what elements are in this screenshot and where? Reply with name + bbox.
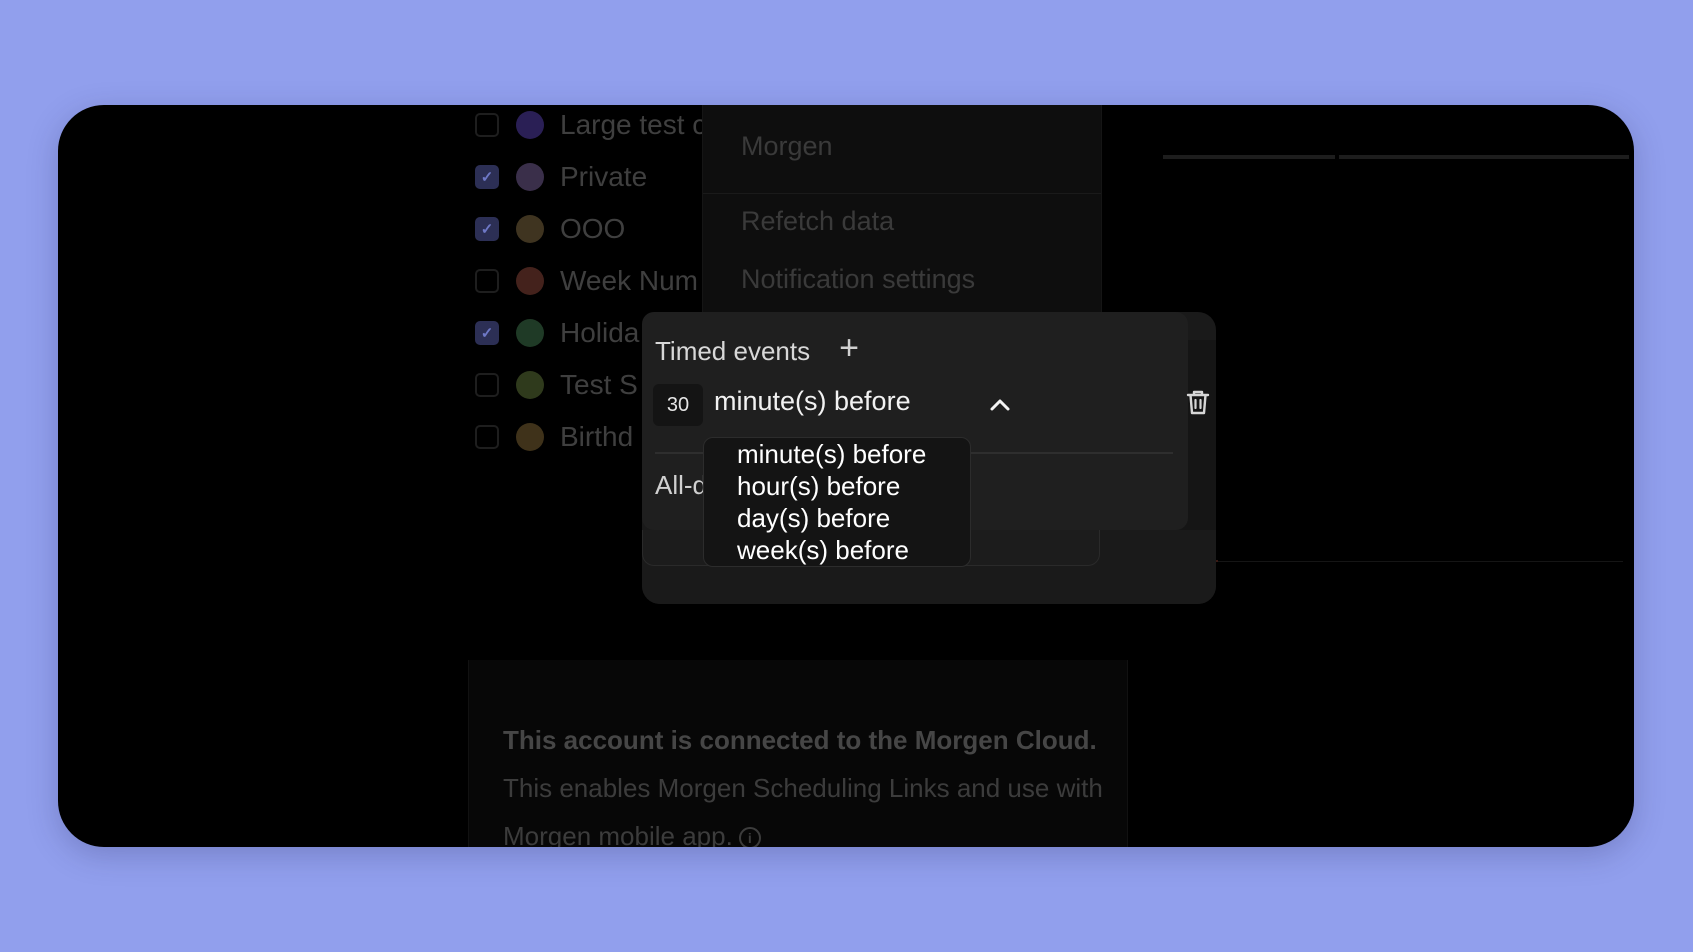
dropdown-option-hours[interactable]: hour(s) before [737, 470, 970, 502]
app-window: Large test c ✓ Private ✓ OOO Week Num ✓ … [58, 105, 1634, 847]
calendar-color-dot [516, 163, 544, 191]
calendar-item[interactable]: Large test c [475, 105, 706, 145]
cloud-info-bold: This account is connected to the Morgen … [503, 725, 1097, 755]
all-day-events-label: All-d [655, 470, 708, 500]
calendar-checkbox[interactable] [475, 269, 499, 293]
calendar-item[interactable]: Week Num [475, 261, 698, 301]
calendar-checkbox[interactable]: ✓ [475, 217, 499, 241]
menu-notification-settings[interactable]: Notification settings [741, 264, 975, 295]
reminder-amount-input[interactable]: 30 [653, 384, 703, 426]
chevron-up-icon[interactable] [985, 390, 1015, 420]
plus-icon[interactable]: + [834, 331, 864, 365]
calendar-name: Private [560, 161, 648, 192]
calendar-checkbox[interactable]: ✓ [475, 165, 499, 189]
reminder-unit-select[interactable]: minute(s) before [714, 386, 911, 417]
calendar-color-dot [516, 423, 544, 451]
calendar-name: Birthd [560, 421, 634, 452]
cloud-info-text: This account is connected to the Morgen … [503, 716, 1103, 847]
timeline-segment [1339, 155, 1629, 159]
calendar-name: Large test c [560, 109, 707, 140]
calendar-color-dot [516, 215, 544, 243]
calendar-item[interactable]: ✓ OOO [475, 209, 625, 249]
timeline-segment [1163, 155, 1335, 159]
calendar-name: OOO [560, 213, 626, 244]
menu-divider [703, 193, 1101, 194]
dropdown-option-minutes[interactable]: minute(s) before [737, 438, 970, 470]
info-icon[interactable]: i [738, 827, 761, 847]
dropdown-option-days[interactable]: day(s) before [737, 502, 970, 534]
cloud-info-rest: This enables Morgen Scheduling Links and… [503, 773, 1103, 847]
unit-dropdown: minute(s) before hour(s) before day(s) b… [703, 437, 971, 567]
calendar-color-dot [516, 111, 544, 139]
dropdown-option-weeks[interactable]: week(s) before [737, 534, 970, 566]
timeline-header [1163, 155, 1629, 159]
calendar-color-dot [516, 319, 544, 347]
calendar-item[interactable]: Test S [475, 365, 638, 405]
calendar-name: Week Num [560, 265, 698, 296]
cloud-info-card: This account is connected to the Morgen … [468, 660, 1128, 847]
timed-events-title: Timed events [655, 336, 811, 366]
calendar-color-dot [516, 371, 544, 399]
calendar-checkbox[interactable] [475, 425, 499, 449]
calendar-color-dot [516, 267, 544, 295]
calendar-checkbox[interactable]: ✓ [475, 321, 499, 345]
calendar-checkbox[interactable] [475, 113, 499, 137]
menu-refetch-data[interactable]: Refetch data [741, 206, 894, 237]
calendar-name: Test S [560, 369, 638, 400]
calendar-name: Holida [560, 317, 640, 348]
trash-icon[interactable] [1184, 388, 1212, 418]
calendar-item[interactable]: ✓ Private [475, 157, 647, 197]
calendar-item[interactable]: ✓ Holida [475, 313, 639, 353]
timeline-divider [1163, 561, 1623, 562]
calendar-item[interactable]: Birthd [475, 417, 633, 457]
calendar-checkbox[interactable] [475, 373, 499, 397]
menu-account-name: Morgen [741, 131, 833, 161]
